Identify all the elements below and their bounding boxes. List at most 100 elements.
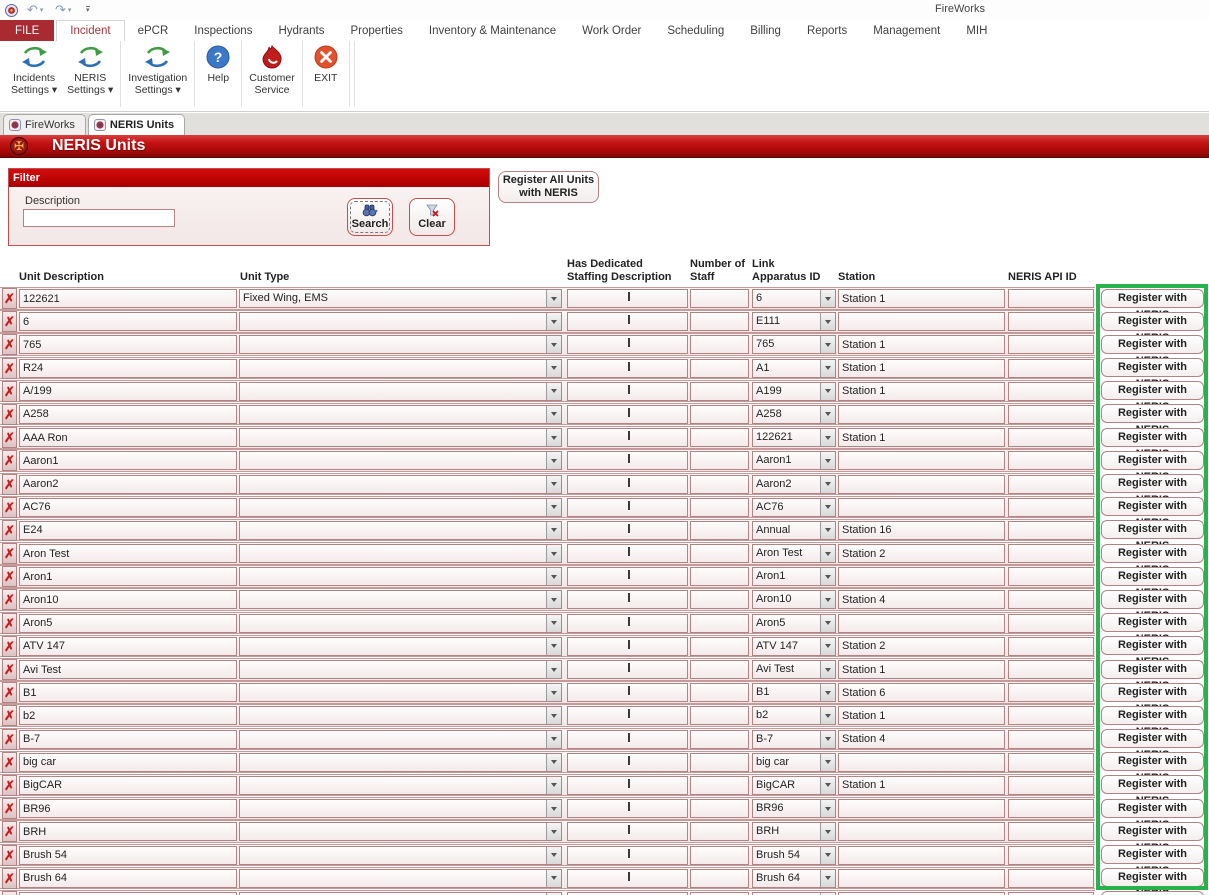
unit-type-select[interactable] — [239, 312, 562, 331]
station-input[interactable] — [838, 521, 1005, 540]
has-dedicated-staffing-cell[interactable] — [567, 614, 688, 633]
station-input[interactable] — [838, 428, 1005, 447]
neris-api-id-input[interactable] — [1008, 869, 1094, 888]
link-apparatus-select[interactable]: Brush 54 — [752, 846, 836, 865]
has-dedicated-staffing-cell[interactable] — [567, 869, 688, 888]
number-of-staff-input[interactable] — [690, 683, 749, 702]
unit-description-input[interactable] — [19, 706, 237, 725]
neris-api-id-input[interactable] — [1008, 730, 1094, 749]
delete-row-button[interactable]: ✗ — [2, 566, 17, 587]
dropdown-chevron-icon[interactable] — [546, 707, 561, 724]
ribbon-tab-inventory-maintenance[interactable]: Inventory & Maintenance — [416, 20, 569, 41]
neris-api-id-input[interactable] — [1008, 660, 1094, 679]
register-with-neris-button[interactable]: Register with NERIS — [1101, 567, 1204, 586]
has-dedicated-staffing-cell[interactable] — [567, 590, 688, 609]
dropdown-chevron-icon[interactable] — [546, 360, 561, 377]
delete-row-button[interactable]: ✗ — [2, 311, 17, 332]
has-dedicated-staffing-cell[interactable] — [567, 683, 688, 702]
neris-api-id-input[interactable] — [1008, 451, 1094, 470]
station-input[interactable] — [838, 289, 1005, 308]
register-with-neris-button[interactable]: Register with NERIS — [1101, 497, 1204, 516]
ribbon-tab-reports[interactable]: Reports — [794, 20, 860, 41]
number-of-staff-input[interactable] — [690, 614, 749, 633]
ribbon-tab-billing[interactable]: Billing — [737, 20, 794, 41]
customer-service-button[interactable]: CustomerService — [244, 41, 300, 107]
register-with-neris-button[interactable]: Register with NERIS — [1101, 520, 1204, 539]
dropdown-chevron-icon[interactable] — [820, 777, 835, 794]
delete-row-button[interactable]: ✗ — [2, 497, 17, 518]
unit-type-select[interactable] — [239, 776, 562, 795]
dropdown-chevron-icon[interactable] — [820, 429, 835, 446]
link-apparatus-select[interactable]: BRH — [752, 822, 836, 841]
register-with-neris-button[interactable]: Register with NERIS — [1101, 312, 1204, 331]
dropdown-chevron-icon[interactable] — [820, 336, 835, 353]
neris-api-id-input[interactable] — [1008, 753, 1094, 772]
delete-row-button[interactable]: ✗ — [2, 288, 17, 309]
unit-description-input[interactable] — [19, 521, 237, 540]
has-dedicated-staffing-cell[interactable] — [567, 289, 688, 308]
ribbon-tab-file[interactable]: FILE — [0, 20, 54, 41]
dropdown-chevron-icon[interactable] — [546, 777, 561, 794]
delete-row-button[interactable]: ✗ — [2, 868, 17, 889]
register-with-neris-button[interactable]: Register with NERIS — [1101, 358, 1204, 377]
ribbon-tab-properties[interactable]: Properties — [337, 20, 415, 41]
dropdown-chevron-icon[interactable] — [546, 522, 561, 539]
unit-description-input[interactable] — [19, 359, 237, 378]
delete-row-button[interactable]: ✗ — [2, 520, 17, 541]
unit-type-select[interactable] — [239, 822, 562, 841]
link-apparatus-select[interactable]: E111 — [752, 312, 836, 331]
delete-row-button[interactable]: ✗ — [2, 682, 17, 703]
station-input[interactable] — [838, 312, 1005, 331]
has-dedicated-staffing-cell[interactable] — [567, 405, 688, 424]
unit-type-select[interactable] — [239, 706, 562, 725]
number-of-staff-input[interactable] — [690, 822, 749, 841]
dropdown-chevron-icon[interactable] — [820, 452, 835, 469]
has-dedicated-staffing-cell[interactable] — [567, 706, 688, 725]
unit-description-input[interactable] — [19, 544, 237, 563]
dropdown-chevron-icon[interactable] — [546, 591, 561, 608]
dropdown-chevron-icon[interactable] — [546, 290, 561, 307]
number-of-staff-input[interactable] — [690, 869, 749, 888]
register-with-neris-button[interactable]: Register with NERIS — [1101, 683, 1204, 702]
register-with-neris-button[interactable]: Register with NERIS — [1101, 799, 1204, 818]
dropdown-chevron-icon[interactable] — [546, 661, 561, 678]
station-input[interactable] — [838, 706, 1005, 725]
neris-api-id-input[interactable] — [1008, 637, 1094, 656]
dropdown-chevron-icon[interactable] — [546, 847, 561, 864]
station-input[interactable] — [838, 544, 1005, 563]
dropdown-chevron-icon[interactable] — [820, 383, 835, 400]
dropdown-chevron-icon[interactable] — [546, 499, 561, 516]
number-of-staff-input[interactable] — [690, 428, 749, 447]
dropdown-chevron-icon[interactable] — [546, 731, 561, 748]
link-apparatus-select[interactable]: Aaron1 — [752, 451, 836, 470]
link-apparatus-select[interactable]: 6 — [752, 289, 836, 308]
delete-row-button[interactable]: ✗ — [2, 450, 17, 471]
link-apparatus-select[interactable]: A1 — [752, 359, 836, 378]
unit-type-select[interactable] — [239, 683, 562, 702]
register-with-neris-button[interactable]: Register with NERIS — [1101, 868, 1204, 887]
dropdown-chevron-icon[interactable] — [820, 499, 835, 516]
delete-row-button[interactable]: ✗ — [2, 845, 17, 866]
number-of-staff-input[interactable] — [690, 335, 749, 354]
register-with-neris-button[interactable]: Register with NERIS — [1101, 590, 1204, 609]
has-dedicated-staffing-cell[interactable] — [567, 730, 688, 749]
has-dedicated-staffing-cell[interactable] — [567, 359, 688, 378]
dropdown-chevron-icon[interactable] — [546, 615, 561, 632]
unit-description-input[interactable] — [19, 335, 237, 354]
station-input[interactable] — [838, 614, 1005, 633]
number-of-staff-input[interactable] — [690, 312, 749, 331]
delete-row-button[interactable]: ✗ — [2, 752, 17, 773]
station-input[interactable] — [838, 776, 1005, 795]
ribbon-tab-incident[interactable]: Incident — [56, 20, 124, 41]
dropdown-chevron-icon[interactable] — [546, 638, 561, 655]
delete-row-button[interactable]: ✗ — [2, 891, 17, 895]
neris-api-id-input[interactable] — [1008, 289, 1094, 308]
dropdown-chevron-icon[interactable] — [546, 429, 561, 446]
delete-row-button[interactable]: ✗ — [2, 474, 17, 495]
has-dedicated-staffing-cell[interactable] — [567, 776, 688, 795]
unit-type-select[interactable] — [239, 730, 562, 749]
unit-type-select[interactable] — [239, 359, 562, 378]
unit-description-input[interactable] — [19, 683, 237, 702]
delete-row-button[interactable]: ✗ — [2, 659, 17, 680]
unit-type-select[interactable] — [239, 590, 562, 609]
